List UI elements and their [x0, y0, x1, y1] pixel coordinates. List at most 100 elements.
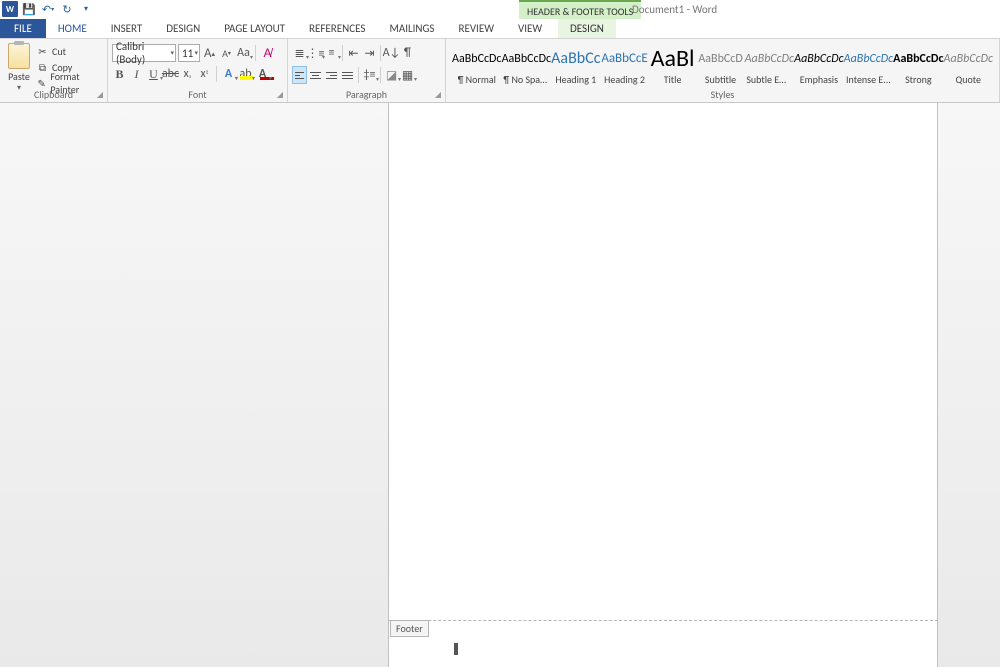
style-preview: AaBbCcD — [698, 45, 742, 73]
style-subtle-em-[interactable]: AaBbCcDcSubtle Em... — [745, 41, 795, 89]
tab-view[interactable]: VIEW — [506, 19, 554, 38]
group-font: Calibri (Body)▾ 11▾ A▴ A▾ Aa▾ A̸ B I U▾ … — [108, 39, 288, 102]
font-launcher-icon[interactable]: ◢ — [275, 90, 285, 100]
show-marks-icon[interactable]: ¶ — [400, 44, 415, 62]
group-paragraph-label: Paragraph — [346, 88, 387, 101]
bullets-icon[interactable]: ≣▾ — [292, 44, 307, 62]
document-title: Document1 - Word — [632, 0, 717, 19]
multilevel-list-icon[interactable]: ≡▾ — [324, 44, 339, 62]
tab-insert[interactable]: INSERT — [99, 19, 155, 38]
group-font-label: Font — [188, 88, 206, 101]
style-preview: AaBbCcDc — [745, 45, 794, 73]
style-label: Title — [664, 73, 682, 86]
style-quote[interactable]: AaBbCcDcQuote — [943, 41, 993, 89]
change-case-icon[interactable]: Aa▾ — [236, 44, 251, 62]
numbering-icon[interactable]: ⋮≡▾ — [308, 44, 323, 62]
style-preview: AaBbCcE — [601, 45, 647, 73]
word-app-icon: W — [2, 1, 18, 17]
cut-label: Cut — [52, 45, 66, 58]
separator — [342, 45, 343, 61]
separator — [358, 67, 359, 83]
contextual-tools-label: HEADER & FOOTER TOOLS — [519, 0, 641, 19]
sort-icon[interactable]: A↓ — [384, 44, 399, 62]
style-title[interactable]: AaBlTitle — [649, 41, 697, 89]
document-area: Footer — [0, 103, 1000, 667]
superscript-button[interactable]: x — [197, 65, 212, 83]
style-preview: AaBbCcDc — [844, 45, 893, 73]
style-preview: AaBbCcDc — [944, 45, 993, 73]
decrease-indent-icon[interactable]: ⇤ — [346, 44, 361, 62]
align-right-button[interactable] — [324, 66, 339, 84]
style-strong[interactable]: AaBbCcDcStrong — [893, 41, 943, 89]
redo-icon[interactable]: ↻ — [59, 1, 75, 17]
style-heading-1[interactable]: AaBbCcHeading 1 — [551, 41, 600, 89]
style-label: ¶ No Spac... — [503, 73, 549, 86]
justify-button[interactable] — [340, 66, 355, 84]
style-heading-2[interactable]: AaBbCcEHeading 2 — [601, 41, 649, 89]
align-left-button[interactable] — [292, 66, 307, 84]
qat-customize-icon[interactable]: ▾ — [78, 1, 94, 17]
borders-icon[interactable]: ▦▾ — [400, 66, 415, 84]
copy-icon: ⧉ — [36, 61, 49, 74]
scissors-icon: ✂ — [36, 45, 49, 58]
highlight-icon[interactable]: ab▾ — [238, 65, 253, 83]
font-color-icon[interactable]: A▾ — [255, 65, 270, 83]
line-spacing-icon[interactable]: ‡≡▾ — [362, 66, 377, 84]
clipboard-launcher-icon[interactable]: ◢ — [95, 90, 105, 100]
italic-button[interactable]: I — [129, 65, 144, 83]
style-subtitle[interactable]: AaBbCcDSubtitle — [697, 41, 745, 89]
separator — [255, 45, 256, 61]
paragraph-launcher-icon[interactable]: ◢ — [433, 90, 443, 100]
clear-formatting-icon[interactable]: A̸ — [260, 44, 275, 62]
text-effects-icon[interactable]: A▾ — [221, 65, 236, 83]
footer-separator — [388, 620, 938, 621]
paste-icon — [8, 43, 30, 69]
font-name-combo[interactable]: Calibri (Body)▾ — [112, 44, 176, 62]
subscript-button[interactable]: x — [180, 65, 195, 83]
style-label: Heading 1 — [555, 73, 596, 86]
style-label: Quote — [956, 73, 981, 86]
footer-tag[interactable]: Footer — [390, 620, 429, 637]
tab-mailings[interactable]: MAILINGS — [377, 19, 446, 38]
grow-font-icon[interactable]: A▴ — [202, 44, 217, 62]
style--normal[interactable]: AaBbCcDc¶ Normal — [452, 41, 502, 89]
style-label: Intense E... — [846, 73, 891, 86]
group-styles: AaBbCcDc¶ NormalAaBbCcDc¶ No Spac...AaBb… — [446, 39, 1000, 102]
bold-button[interactable]: B — [112, 65, 127, 83]
chevron-down-icon: ▾ — [194, 48, 198, 57]
underline-button[interactable]: U▾ — [146, 65, 161, 83]
style-label: ¶ Normal — [458, 73, 496, 86]
font-size-combo[interactable]: 11▾ — [178, 44, 200, 62]
style-preview: AaBbCcDc — [452, 45, 501, 73]
shading-icon[interactable]: ◪▾ — [384, 66, 399, 84]
tab-home[interactable]: HOME — [46, 19, 99, 38]
ribbon-tabs: FILE HOME INSERT DESIGN PAGE LAYOUT REFE… — [0, 19, 1000, 38]
tab-contextual-design[interactable]: DESIGN — [558, 19, 616, 38]
align-center-button[interactable] — [308, 66, 323, 84]
shrink-font-icon[interactable]: A▾ — [219, 44, 234, 62]
style-intense-e-[interactable]: AaBbCcDcIntense E... — [844, 41, 894, 89]
style-label: Subtle Em... — [746, 73, 792, 86]
tab-page-layout[interactable]: PAGE LAYOUT — [212, 19, 297, 38]
chevron-down-icon: ▾ — [170, 48, 174, 57]
group-clipboard-label: Clipboard — [34, 88, 73, 101]
page[interactable] — [388, 103, 938, 667]
increase-indent-icon[interactable]: ⇥ — [362, 44, 377, 62]
tab-review[interactable]: REVIEW — [446, 19, 506, 38]
cut-button[interactable]: ✂Cut — [34, 43, 103, 59]
tab-design[interactable]: DESIGN — [154, 19, 212, 38]
tab-file[interactable]: FILE — [0, 19, 46, 38]
save-icon[interactable]: 💾 — [21, 1, 37, 17]
style-preview: AaBbCcDc — [893, 45, 943, 73]
group-clipboard: Paste ▾ ✂Cut ⧉Copy ✎Format Painter Clipb… — [0, 39, 108, 102]
strikethrough-button[interactable]: abc — [163, 65, 178, 83]
style-label: Strong — [905, 73, 932, 86]
tab-references[interactable]: REFERENCES — [297, 19, 377, 38]
style-emphasis[interactable]: AaBbCcDcEmphasis — [794, 41, 844, 89]
separator — [380, 67, 381, 83]
style-preview: AaBbCcDc — [502, 45, 551, 73]
style--no-spac-[interactable]: AaBbCcDc¶ No Spac... — [502, 41, 552, 89]
undo-icon[interactable]: ↶▾ — [40, 1, 56, 17]
group-styles-label: Styles — [711, 88, 735, 101]
style-label: Subtitle — [705, 73, 736, 86]
